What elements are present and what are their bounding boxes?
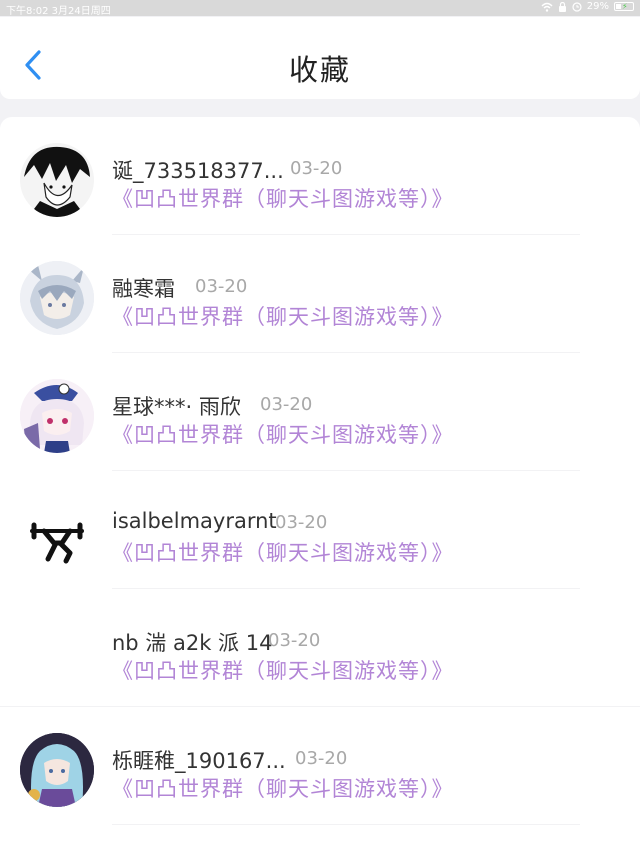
- avatar[interactable]: [20, 143, 94, 217]
- favorites-list: 诞_733518377... 03-20 《凹凸世界群（聊天斗图游戏等）》 融寒…: [0, 117, 640, 857]
- favorite-date: 03-20: [268, 630, 321, 651]
- favorite-date: 03-20: [295, 748, 348, 769]
- group-link[interactable]: 《凹凸世界群（聊天斗图游戏等）》: [112, 301, 454, 331]
- username: nb 湍 a2k 派 14: [112, 631, 273, 655]
- group-link[interactable]: 《凹凸世界群（聊天斗图游戏等）》: [112, 419, 454, 449]
- favorite-item[interactable]: 融寒霜 03-20 《凹凸世界群（聊天斗图游戏等）》: [0, 235, 640, 353]
- avatar-image: [20, 379, 94, 453]
- lock-icon: [558, 1, 566, 12]
- avatar[interactable]: [20, 261, 94, 335]
- favorite-date: 03-20: [195, 276, 248, 297]
- group-link[interactable]: 《凹凸世界群（聊天斗图游戏等）》: [112, 537, 454, 567]
- battery-icon: ⚡: [614, 2, 634, 11]
- group-link[interactable]: 《凹凸世界群（聊天斗图游戏等）》: [112, 773, 454, 803]
- status-bar: 下午8:02 3月24日周四 29% ⚡: [0, 0, 640, 17]
- username: 栎睚稚_190167...: [112, 749, 286, 773]
- avatar[interactable]: [20, 733, 94, 807]
- favorite-item[interactable]: nb 湍 a2k 派 14 03-20 《凹凸世界群（聊天斗图游戏等）》: [0, 589, 640, 707]
- avatar-image: [20, 733, 94, 807]
- status-time-date: 下午8:02 3月24日周四: [6, 6, 111, 17]
- favorite-item[interactable]: 栎睚稚_190167... 03-20 《凹凸世界群（聊天斗图游戏等）》: [0, 707, 640, 825]
- username: 诞_733518377...: [112, 159, 284, 183]
- favorite-date: 03-20: [260, 394, 313, 415]
- favorite-date: 03-20: [275, 512, 328, 533]
- favorite-date: 03-20: [290, 158, 343, 179]
- divider: [112, 824, 580, 825]
- status-icons: 29% ⚡: [541, 1, 634, 12]
- username: 星球***· 雨欣: [112, 395, 241, 419]
- navigation-bar: 收藏: [0, 17, 640, 99]
- avatar[interactable]: [20, 615, 94, 689]
- wifi-icon: [541, 2, 553, 12]
- group-link[interactable]: 《凹凸世界群（聊天斗图游戏等）》: [112, 183, 454, 213]
- avatar-image: [20, 261, 94, 335]
- username: isalbelmayrarnt: [112, 509, 277, 533]
- alarm-icon: [572, 1, 582, 12]
- page-title: 收藏: [288, 53, 351, 87]
- favorite-item[interactable]: isalbelmayrarnt 03-20 《凹凸世界群（聊天斗图游戏等）》: [0, 471, 640, 589]
- username: 融寒霜: [112, 277, 175, 301]
- battery-percent: 29%: [586, 1, 609, 12]
- avatar[interactable]: [20, 497, 94, 571]
- favorite-item[interactable]: 诞_733518377... 03-20 《凹凸世界群（聊天斗图游戏等）》: [0, 117, 640, 235]
- avatar-image: [20, 143, 94, 217]
- avatar[interactable]: [20, 379, 94, 453]
- favorite-item[interactable]: 星球***· 雨欣 03-20 《凹凸世界群（聊天斗图游戏等）》: [0, 353, 640, 471]
- group-link[interactable]: 《凹凸世界群（聊天斗图游戏等）》: [112, 655, 454, 685]
- weightlifter-icon: [20, 497, 94, 571]
